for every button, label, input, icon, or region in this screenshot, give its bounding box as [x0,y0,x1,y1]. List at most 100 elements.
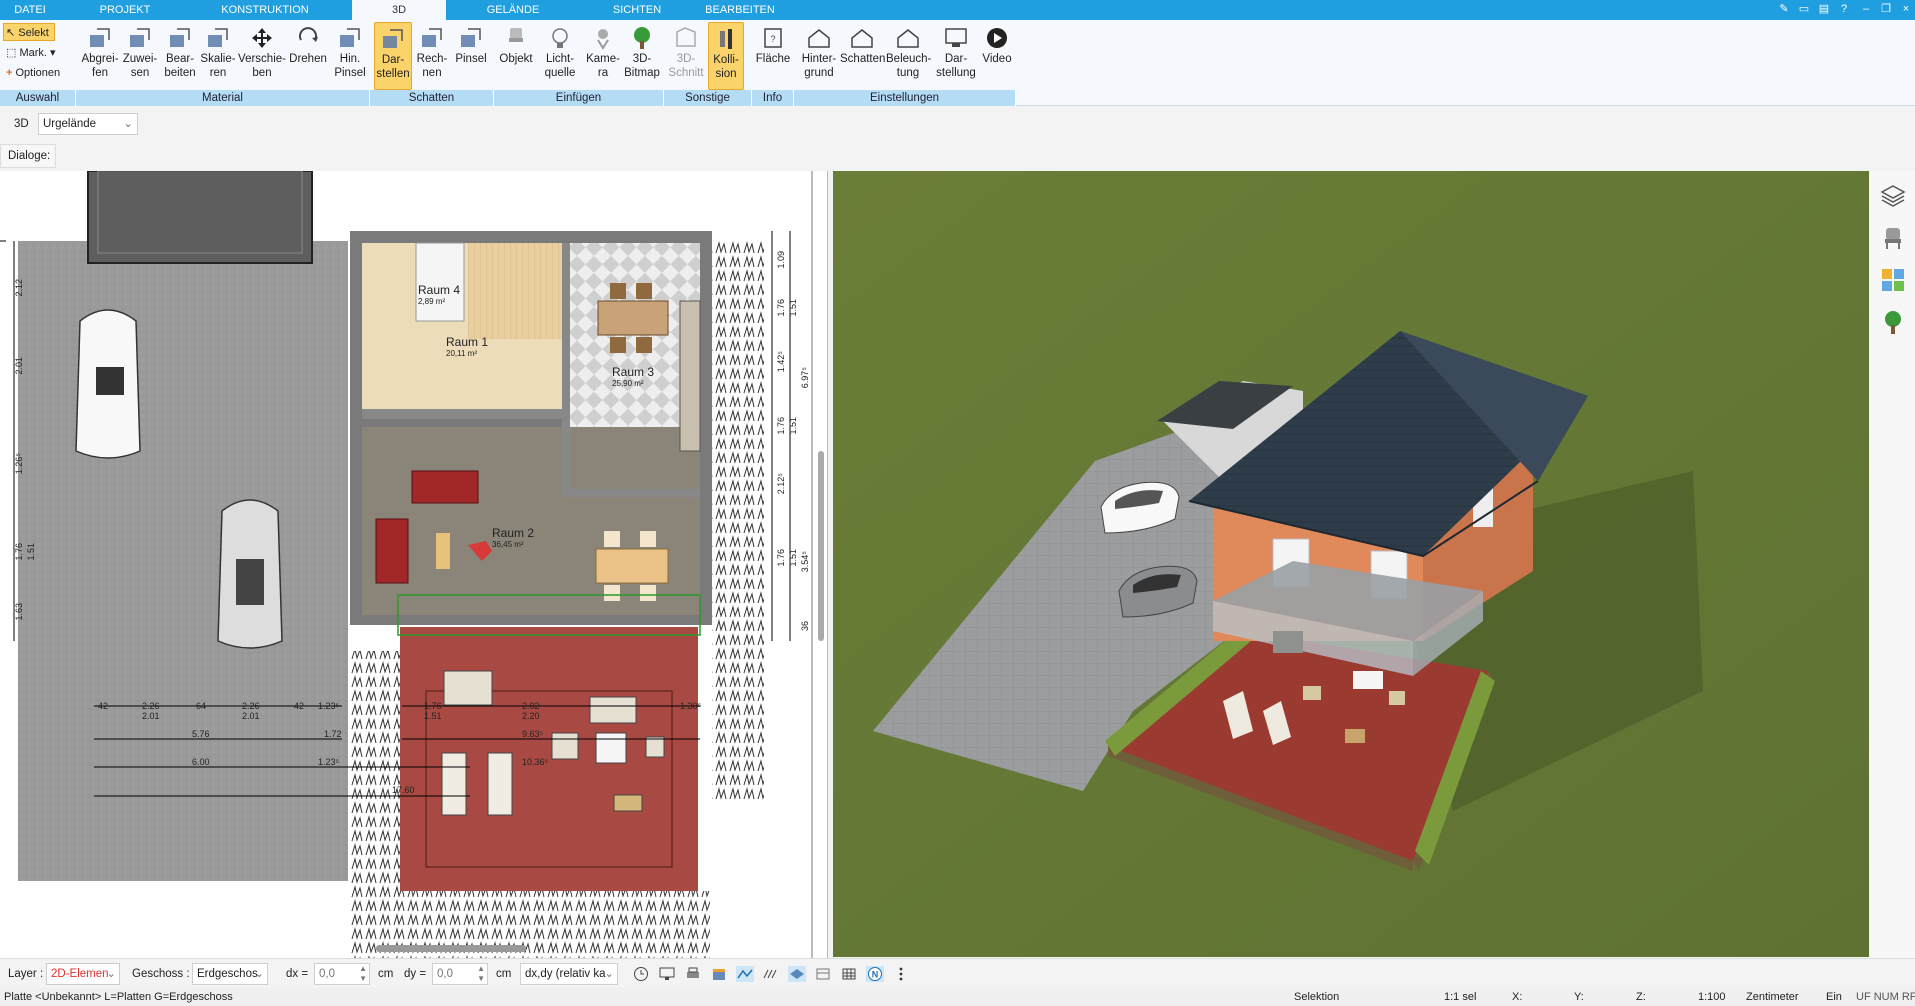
tab-3d[interactable]: 3D [352,0,446,20]
selekt-button[interactable]: ↖ Selekt [3,23,55,41]
garage[interactable] [87,171,313,264]
brush-button[interactable]: Hin. Pinsel [332,22,368,90]
garden-bench[interactable] [443,670,493,706]
materials-icon[interactable] [1880,267,1906,293]
mark-button[interactable]: ⬚ Mark. ▾ [4,44,56,62]
terrain-select[interactable]: Urgelände ⌄ [38,113,138,135]
hatch-icon[interactable] [762,966,780,982]
spinner-icon[interactable]: ▲ ▼ [359,964,367,984]
layout-icon[interactable]: ▤ [1816,1,1832,17]
lighting-icon [897,29,919,48]
help-icon[interactable]: ? [1836,1,1852,17]
lounger-1[interactable] [441,752,467,816]
dining-table[interactable] [597,300,669,336]
dy-input[interactable]: 0,0 ▲ ▼ [432,963,488,985]
sofa[interactable] [411,470,479,504]
tab-konstruktion[interactable]: KONSTRUKTION [200,0,330,20]
geschoss-label: Geschoss : [132,968,190,980]
plan-scrollbar-vertical[interactable] [818,451,824,641]
room-label: Raum 1 [446,335,489,349]
dim-label: 2.12⁵ [776,473,786,495]
floor-plan-drawing [0,171,824,958]
svg-text:?: ? [770,34,775,44]
chair-icon[interactable] [1880,225,1906,251]
tree-button[interactable]: 3D- Bitmap [622,22,662,90]
layer-select[interactable]: 2D-Elemen ⌄ [46,963,120,985]
3d-view[interactable] [833,171,1869,957]
chevron-down-icon: ⌄ [123,118,133,130]
camera-button[interactable]: Kame- ra [584,22,622,90]
cursor-icon: ↖ [6,27,16,39]
display-button[interactable]: Dar- stellung [936,22,976,90]
dim-label: 6.97⁵ [800,367,810,389]
area-button[interactable]: ? Fläche [752,22,794,90]
section-button[interactable]: 3D- Schnitt [668,22,704,90]
driveway[interactable] [18,241,348,881]
render-button[interactable]: Dar- stellen [374,22,412,90]
more-options-icon[interactable] [892,966,910,982]
move-button[interactable]: Verschie- ben [238,22,286,90]
calculate-button[interactable]: Rech- nen [414,22,450,90]
tab-datei[interactable]: DATEI [0,0,60,20]
lightbulb-button[interactable]: Licht- quelle [540,22,580,90]
clock-icon[interactable] [632,966,650,982]
plant-border-right [712,241,764,801]
floor-plan-view[interactable]: Raum 4 2,89 m² Raum 1 20,11 m² Raum 3 25… [0,171,828,958]
print-icon[interactable] [684,966,702,982]
paint-bucket-button[interactable]: Zuwei- sen [120,22,160,90]
plane-icon[interactable] [788,966,806,982]
tab-projekt[interactable]: PROJEKT [80,0,170,20]
stairs[interactable] [468,243,564,339]
layers-icon[interactable] [1880,183,1906,209]
tab-bearbeiten[interactable]: BEARBEITEN [700,0,780,20]
window-icon[interactable]: ▭ [1796,1,1812,17]
coordinate-mode-select[interactable]: dx,dy (relativ ka ⌄ [520,963,618,985]
box-icon[interactable] [710,966,728,982]
collision-button[interactable]: Kolli- sion [708,22,744,90]
edit-material-button[interactable]: Bear- beiten [160,22,200,90]
3d-garden-table[interactable] [1353,671,1383,689]
background-button[interactable]: Hinter- grund [796,22,842,90]
side-panel [1870,171,1915,958]
chair-button[interactable]: Objekt [496,22,536,90]
lighting-button[interactable]: Beleuch- tung [886,22,931,90]
restore-icon[interactable]: ❐ [1878,1,1894,17]
dim-label: 1.23⁵ [318,757,340,767]
table-room2[interactable] [595,548,669,584]
tree-icon[interactable] [1880,309,1906,335]
room-4[interactable] [415,242,465,322]
spinner-icon[interactable]: ▲ ▼ [477,964,485,984]
close-icon[interactable]: × [1898,1,1914,17]
edit-material-icon [170,28,190,47]
scale-button[interactable]: Skalie- ren [198,22,238,90]
garden-table[interactable] [595,732,627,764]
monitor-icon[interactable] [658,966,676,982]
lounger-2[interactable] [487,752,513,816]
optionen-button[interactable]: + Optionen [4,64,60,82]
mark-icon: ⬚ [6,47,17,59]
dx-input[interactable]: 0,0 ▲ ▼ [314,963,370,985]
grid-icon[interactable] [840,966,858,982]
ribbon-button-label: 3D- Schnitt [668,53,704,79]
unit-label: cm [496,968,512,980]
tools-icon[interactable]: ✎ [1776,1,1792,17]
eyedropper-button[interactable]: Abgrei- fen [80,22,120,90]
status-mode: Selektion [1294,991,1340,1003]
tab-sichten[interactable]: SICHTEN [592,0,682,20]
armchair[interactable] [375,518,409,584]
plan-scrollbar-horizontal[interactable] [376,945,526,952]
rotate-button[interactable]: Drehen [288,22,328,90]
geschoss-select[interactable]: Erdgeschos ⌄ [192,963,268,985]
pages-icon[interactable] [814,966,832,982]
play-button[interactable]: Video [978,22,1016,90]
north-icon[interactable]: N [866,966,884,982]
dialoge-label[interactable]: Dialoge: [0,144,56,168]
coffee-table[interactable] [436,533,450,569]
minimize-icon[interactable]: – [1858,1,1874,17]
ribbon-button-label: Hin. Pinsel [334,53,366,79]
tab-gelaende[interactable]: GELÄNDE [468,0,558,20]
kitchen-counter[interactable] [679,300,701,452]
shadow-button[interactable]: Schatten [840,22,885,90]
terrain-line-icon[interactable] [736,966,754,982]
brush-button[interactable]: Pinsel [452,22,490,90]
